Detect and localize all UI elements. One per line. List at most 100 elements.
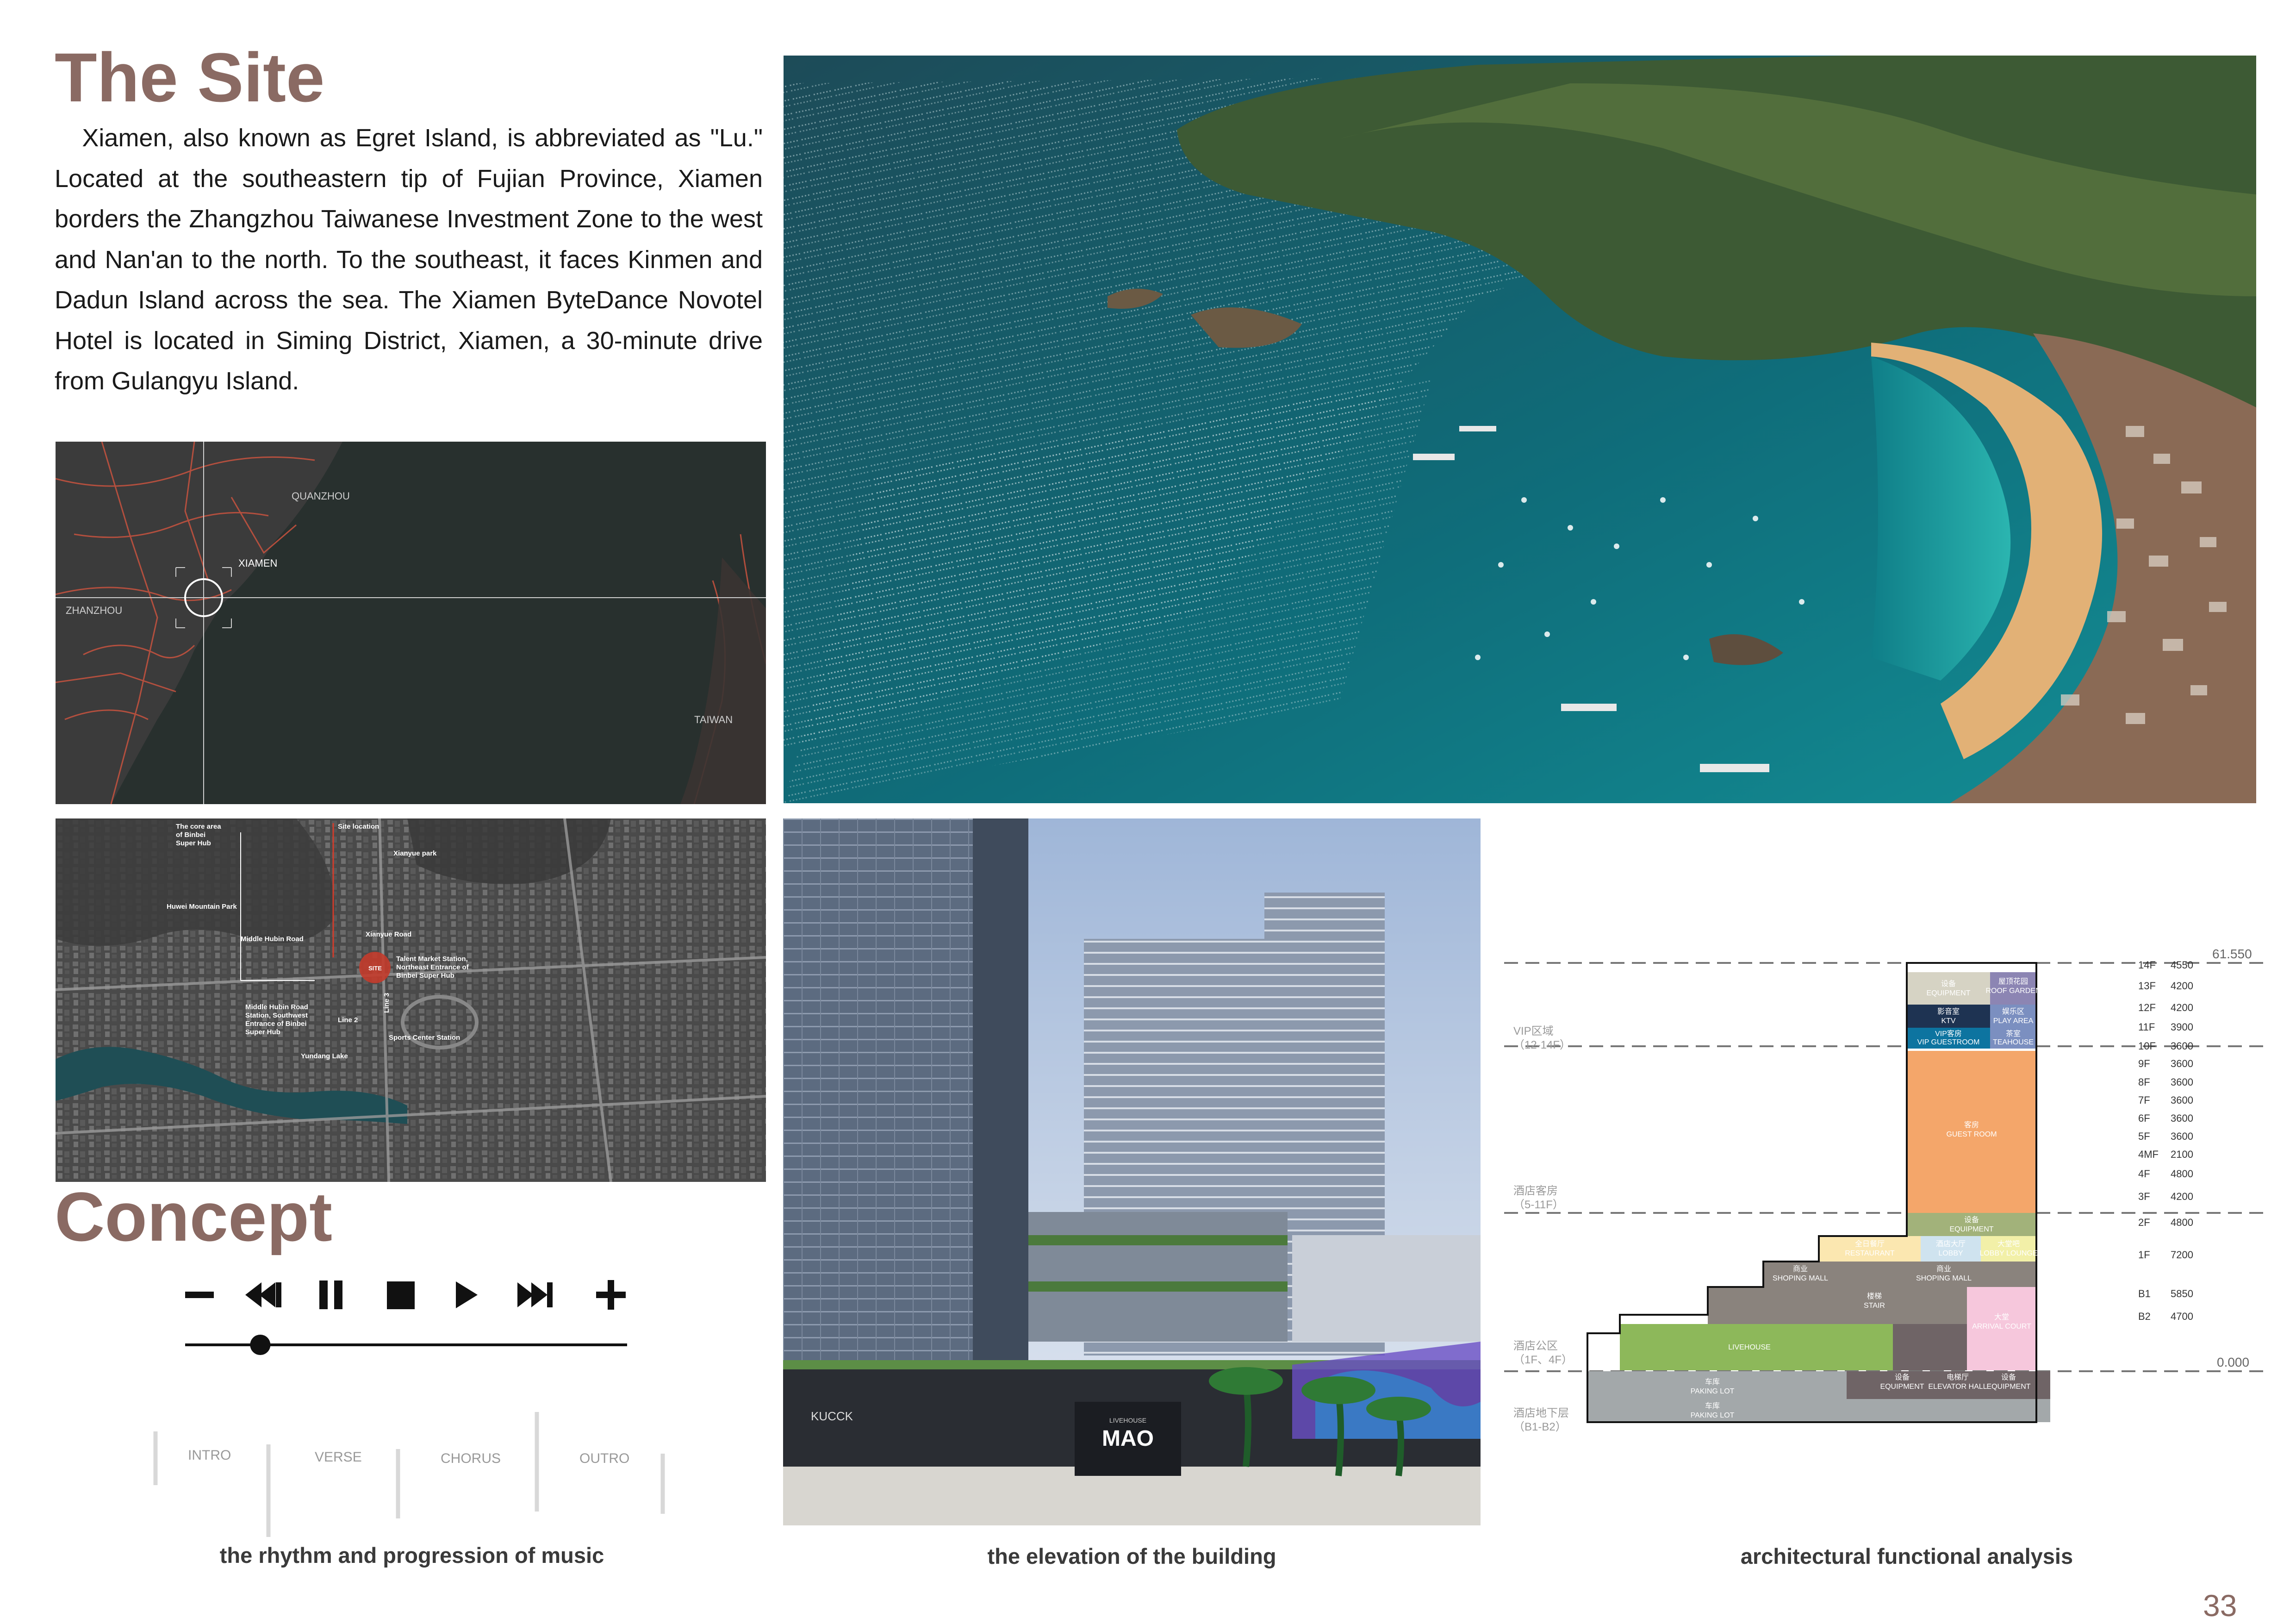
venue-sub-sign: LIVEHOUSE <box>1109 1417 1146 1424</box>
room-vip: VIP GUESTROOM <box>1917 1038 1980 1046</box>
progress-knob[interactable] <box>250 1335 271 1355</box>
label-talent-2: Northeast Entrance of <box>396 963 469 971</box>
room-stair: STAIR <box>1864 1302 1885 1310</box>
building-elevation-rendering: MAO LIVEHOUSE KUCCK <box>783 818 1481 1525</box>
floor-height-8f: 3600 <box>2171 1076 2193 1088</box>
floor-label-11f: 11F <box>2138 1021 2155 1033</box>
floor-height-1f: 7200 <box>2171 1249 2193 1261</box>
zone-basement-range: （B1-B2） <box>1513 1421 1567 1433</box>
label-core-area-3: Super Hub <box>176 839 211 847</box>
volume-down-icon[interactable] <box>185 1292 214 1298</box>
room-parking-b1: PAKING LOT <box>1691 1387 1735 1395</box>
label-core-area-1: The core area <box>176 823 221 831</box>
label-site: SITE <box>368 965 382 972</box>
room-lobby: LOBBY <box>1938 1249 1963 1257</box>
room-lounge: LOBBY LOUNGE <box>1979 1249 2037 1257</box>
map-label-taiwan: TAIWAN <box>694 714 733 725</box>
label-xianyue-park: Xianyue park <box>393 849 437 857</box>
floor-label-b2: B2 <box>2138 1311 2151 1322</box>
floor-label-5f: 5F <box>2138 1131 2150 1142</box>
floor-height-10f: 3600 <box>2171 1040 2193 1052</box>
room-parking-b1-zh: 车库 <box>1705 1378 1720 1386</box>
aerial-bay-illustration <box>784 56 2256 803</box>
zone-guest: 酒店客房 <box>1513 1185 1558 1197</box>
floor-height-13f: 4200 <box>2171 980 2193 992</box>
fast-forward-icon[interactable] <box>517 1282 553 1307</box>
aerial-bay-photo <box>784 56 2256 803</box>
room-play: PLAY AREA <box>1993 1017 2034 1025</box>
room-elevator: ELEVATOR HALL <box>1928 1383 1987 1391</box>
label-sports-center: Sports Center Station <box>389 1034 460 1042</box>
floor-height-3f: 4200 <box>2171 1191 2193 1202</box>
volume-up-icon[interactable] <box>596 1280 626 1310</box>
room-roof-garden: ROOF GARDEN <box>1985 987 2041 995</box>
room-equipment-zh: 设备 <box>1941 980 1956 988</box>
label-huwei-park: Huwei Mountain Park <box>167 903 237 911</box>
label-middle-hubin-road: Middle Hubin Road <box>241 935 304 943</box>
floor-height-14f: 4550 <box>2171 959 2193 971</box>
regional-location-map: QUANZHOU XIAMEN ZHANZHOU TAIWAN <box>56 442 766 804</box>
site-satellite-map: The core area of Binbei Super Hub Site l… <box>56 818 766 1182</box>
room-roof-garden-zh: 屋顶花园 <box>1998 977 2028 986</box>
floor-label-1f: 1F <box>2138 1249 2150 1261</box>
room-play-zh: 娱乐区 <box>2002 1007 2024 1016</box>
zone-public: 酒店公区 <box>1513 1340 1558 1352</box>
room-ktv: KTV <box>1941 1017 1955 1025</box>
room-mall-2-zh: 商业 <box>1936 1265 1951 1273</box>
room-parking-b2-zh: 车库 <box>1705 1402 1720 1410</box>
music-player-controls <box>167 1250 657 1370</box>
room-livehouse: LIVEHOUSE <box>1728 1343 1771 1351</box>
label-mh-station-3: Entrance of Binbei <box>245 1020 307 1028</box>
label-site-location: Site location <box>338 823 379 831</box>
floor-label-14f: 14F <box>2138 959 2156 971</box>
zone-basement: 酒店地下层 <box>1513 1407 1569 1419</box>
room-elevator-zh: 电梯厅 <box>1947 1373 1969 1381</box>
room-equipment-4mf-zh: 设备 <box>1964 1216 1979 1224</box>
room-equipment-b1b: EQUIPMENT <box>1986 1383 2030 1391</box>
floor-label-7f: 7F <box>2138 1094 2150 1106</box>
zone-vip: VIP区域 <box>1513 1025 1554 1037</box>
zone-public-range: （1F、4F） <box>1513 1354 1573 1366</box>
floor-label-12f: 12F <box>2138 1002 2156 1013</box>
floor-label-3f: 3F <box>2138 1191 2150 1202</box>
label-core-area-2: of Binbei <box>176 831 205 839</box>
play-icon[interactable] <box>456 1281 478 1308</box>
room-stair-zh: 楼梯 <box>1867 1292 1882 1300</box>
pause-icon[interactable] <box>319 1280 342 1309</box>
site-map-graphic: The core area of Binbei Super Hub Site l… <box>56 818 766 1182</box>
floor-height-5f: 3600 <box>2171 1131 2193 1142</box>
label-line2: Line 2 <box>338 1016 358 1024</box>
floor-height-9f: 3600 <box>2171 1058 2193 1069</box>
map-label-quanzhou: QUANZHOU <box>292 490 350 502</box>
room-equipment-b1-zh: 设备 <box>1895 1373 1910 1381</box>
venue-sign: MAO <box>1102 1426 1154 1451</box>
floor-label-2f: 2F <box>2138 1217 2150 1228</box>
room-equipment: EQUIPMENT <box>1926 989 1970 997</box>
floor-height-b1: 5850 <box>2171 1288 2193 1299</box>
player-graphic <box>185 1280 627 1355</box>
rewind-icon[interactable] <box>245 1282 281 1307</box>
floor-height-b2: 4700 <box>2171 1311 2193 1322</box>
room-equipment-b1b-zh: 设备 <box>2001 1373 2016 1381</box>
room-guest-zh: 客房 <box>1964 1121 1979 1129</box>
room-equipment-b1: EQUIPMENT <box>1880 1383 1924 1391</box>
room-parking-b2: PAKING LOT <box>1691 1412 1735 1419</box>
zone-guest-range: （5-11F） <box>1513 1199 1564 1211</box>
label-mh-station-1: Middle Hubin Road <box>245 1003 308 1011</box>
room-tea: TEAHOUSE <box>1993 1038 2034 1046</box>
floor-height-12f: 4200 <box>2171 1002 2193 1013</box>
floor-height-11f: 3900 <box>2171 1021 2193 1033</box>
room-lounge-zh: 大堂吧 <box>1997 1240 2020 1248</box>
floor-label-9f: 9F <box>2138 1058 2150 1069</box>
zone-vip-range: （12-14F） <box>1513 1039 1571 1051</box>
stop-icon[interactable] <box>387 1281 415 1309</box>
regional-map-graphic: QUANZHOU XIAMEN ZHANZHOU TAIWAN <box>56 442 766 804</box>
concept-title: Concept <box>55 1178 332 1255</box>
rhythm-graphic: INTRO VERSE CHORUS OUTRO <box>153 1412 665 1537</box>
rhythm-label-verse: VERSE <box>315 1449 362 1465</box>
room-guest: GUEST ROOM <box>1946 1131 1997 1138</box>
page-title: The Site <box>55 38 325 116</box>
floor-label-4mf: 4MF <box>2138 1149 2159 1160</box>
label-talent-3: Binbei Super Hub <box>396 972 454 980</box>
room-equipment-4mf: EQUIPMENT <box>1949 1225 1993 1233</box>
